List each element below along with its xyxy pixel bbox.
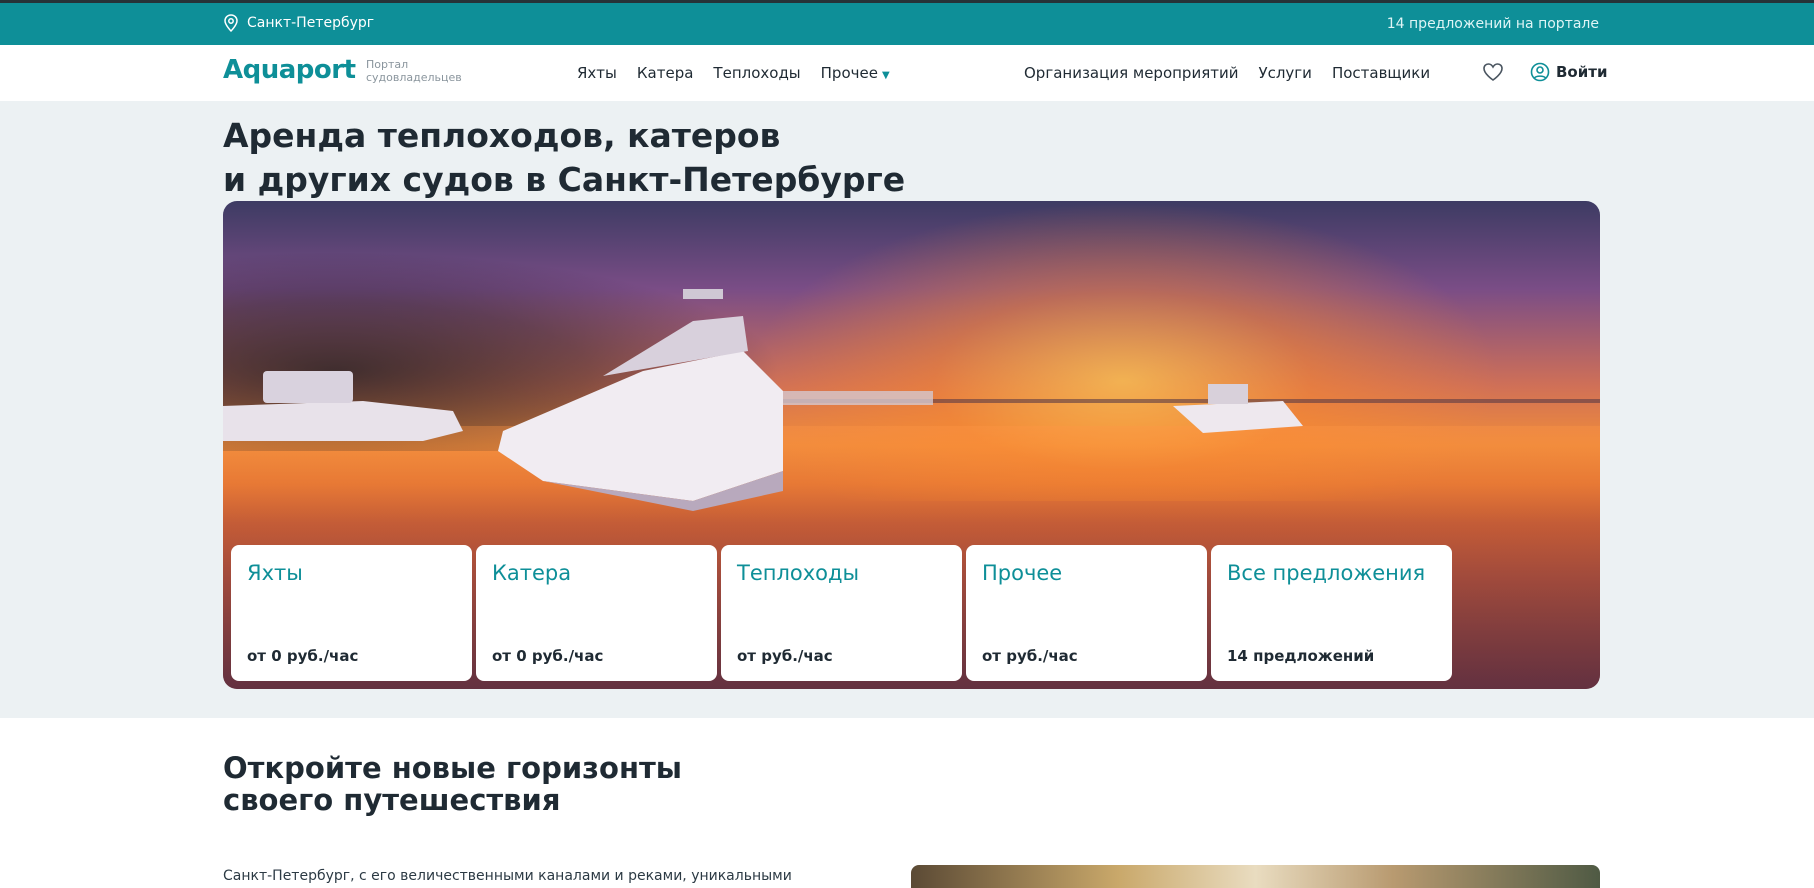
nav-item-boats[interactable]: Катера	[637, 64, 694, 82]
secondary-nav: Организация мероприятий Услуги Поставщик…	[1024, 64, 1430, 82]
section-title-line2: своего путешествия	[223, 783, 561, 817]
category-card-other[interactable]: Прочее от руб./час	[966, 545, 1207, 681]
page-title: Аренда теплоходов, катеров и других судо…	[223, 114, 923, 202]
main-nav: Яхты Катера Теплоходы Прочее ▼	[577, 64, 890, 82]
login-label: Войти	[1556, 63, 1608, 81]
hero-banner-image: Яхты от 0 руб./час Катера от 0 руб./час …	[223, 201, 1600, 689]
heart-icon[interactable]	[1482, 62, 1504, 82]
user-circle-icon	[1530, 62, 1550, 82]
site-header: Aquaport Портал судовладельцев Яхты Кате…	[0, 45, 1814, 101]
section-title: Откройте новые горизонты своего путешест…	[223, 752, 723, 816]
map-pin-icon	[224, 14, 238, 32]
section-title-line1: Откройте новые горизонты	[223, 751, 683, 785]
city-photo	[911, 865, 1600, 888]
card-price: от руб./час	[737, 647, 833, 665]
city-label: Санкт-Петербург	[247, 15, 375, 31]
page-title-line2: и других судов в Санкт-Петербурге	[223, 160, 906, 199]
card-title: Теплоходы	[737, 561, 860, 585]
category-card-yachts[interactable]: Яхты от 0 руб./час	[231, 545, 472, 681]
login-button[interactable]: Войти	[1530, 62, 1607, 82]
card-title: Катера	[492, 561, 572, 585]
page-title-line1: Аренда теплоходов, катеров	[223, 116, 781, 155]
nav-item-motorships[interactable]: Теплоходы	[713, 64, 800, 82]
card-title: Все предложения	[1227, 561, 1426, 585]
nav-item-other-label: Прочее	[820, 64, 878, 82]
nav-item-suppliers[interactable]: Поставщики	[1332, 64, 1430, 82]
nav-item-other[interactable]: Прочее ▼	[821, 64, 890, 82]
category-cards: Яхты от 0 руб./час Катера от 0 руб./час …	[231, 545, 1452, 681]
city-selector[interactable]: Санкт-Петербург	[223, 14, 374, 32]
tagline: Портал судовладельцев	[366, 58, 462, 84]
card-price: от 0 руб./час	[247, 647, 359, 665]
card-offers-count: 14 предложений	[1227, 647, 1375, 665]
top-bar: Санкт-Петербург 14 предложений на портал…	[0, 0, 1814, 45]
card-price: от руб./час	[982, 647, 1078, 665]
nav-item-services[interactable]: Услуги	[1258, 64, 1311, 82]
category-card-all-offers[interactable]: Все предложения 14 предложений	[1211, 545, 1452, 681]
hero-section: Аренда теплоходов, катеров и других судо…	[0, 101, 1814, 718]
card-price: от 0 руб./час	[492, 647, 604, 665]
category-card-motorships[interactable]: Теплоходы от руб./час	[721, 545, 962, 681]
chevron-down-icon: ▼	[881, 70, 890, 81]
nav-item-yachts[interactable]: Яхты	[577, 64, 617, 82]
card-title: Яхты	[247, 561, 303, 585]
nav-item-events[interactable]: Организация мероприятий	[1024, 64, 1238, 82]
logo[interactable]: Aquaport	[223, 55, 356, 85]
intro-paragraph: Санкт-Петербург, с его величественными к…	[223, 868, 792, 884]
card-title: Прочее	[982, 561, 1063, 585]
offers-count[interactable]: 14 предложений на портале	[1387, 16, 1599, 32]
category-card-boats[interactable]: Катера от 0 руб./час	[476, 545, 717, 681]
